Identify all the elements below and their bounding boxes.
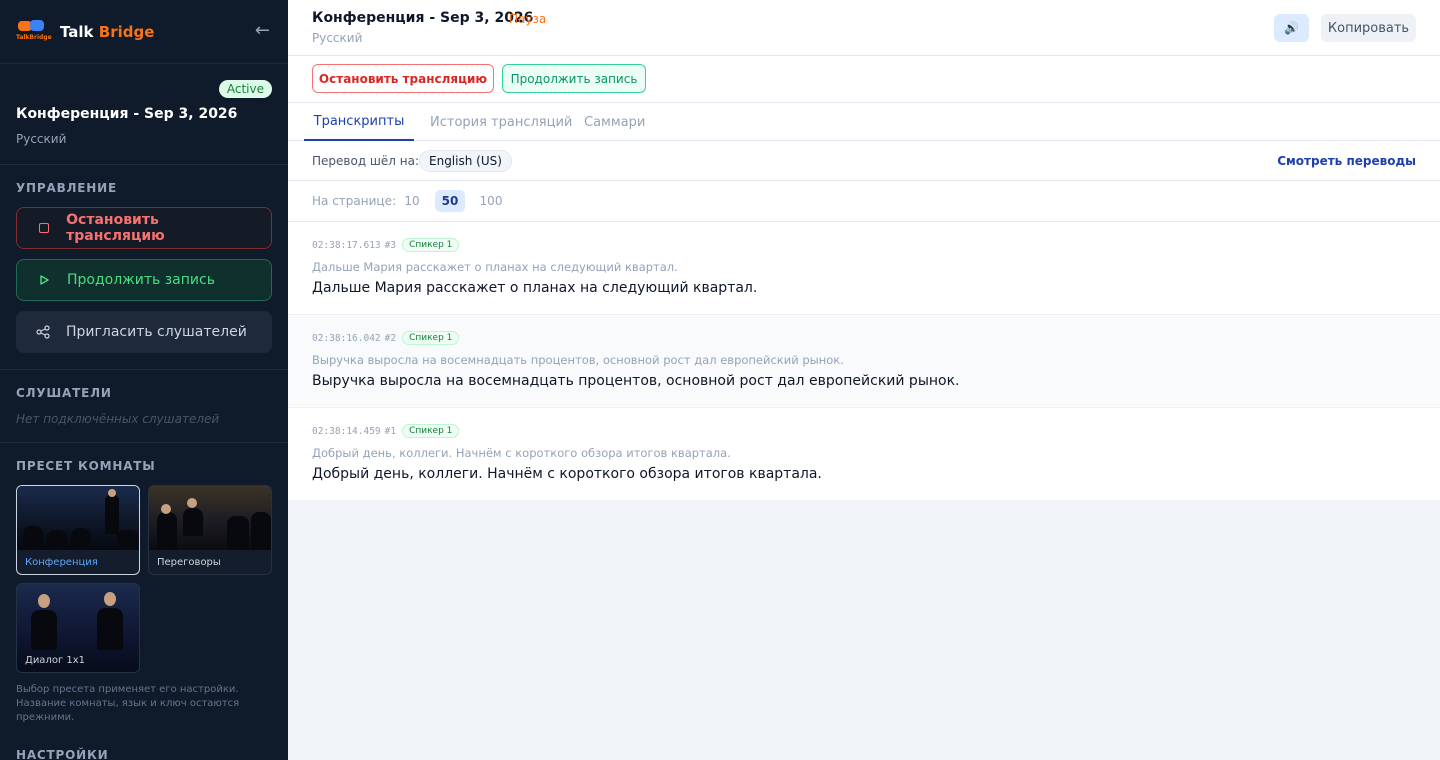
entry-original-text: Дальше Мария расскажет о планах на следу…: [312, 260, 678, 274]
copy-button[interactable]: Копировать: [1321, 14, 1416, 42]
stop-icon: [35, 223, 52, 233]
brand-header: TalkBridge Talk Bridge ←: [0, 0, 288, 64]
brand-name-second: Bridge: [98, 22, 155, 41]
main-panel: Конференция - Sep 3, 2026 Пауза Русский …: [288, 0, 1440, 760]
preset-section-title: ПРЕСЕТ КОМНАТЫ: [16, 459, 156, 473]
preset-label: Конференция: [25, 557, 98, 568]
play-icon: [35, 274, 53, 286]
per-page-option-100[interactable]: 100: [477, 190, 505, 212]
settings-section-title: НАСТРОЙКИ: [16, 748, 109, 760]
page-language: Русский: [312, 31, 363, 45]
speaker-button[interactable]: 🔊: [1274, 14, 1309, 42]
action-bar: Остановить трансляцию Продолжить запись: [288, 56, 1440, 103]
collapse-sidebar-icon[interactable]: ←: [255, 20, 270, 41]
listeners-section: СЛУШАТЕЛИ Нет подключённых слушателей: [0, 370, 288, 443]
talkbridge-logo: TalkBridge: [16, 18, 52, 46]
entry-text: Дальше Мария расскажет о планах на следу…: [312, 280, 758, 296]
entry-text: Добрый день, коллеги. Начнём с короткого…: [312, 466, 822, 482]
preset-section: ПРЕСЕТ КОМНАТЫ Конференция Переговоры Ди…: [0, 443, 288, 741]
sidebar: TalkBridge Talk Bridge ← Active Конферен…: [0, 0, 288, 760]
entry-text: Выручка выросла на восемнадцать проценто…: [312, 373, 960, 389]
entry-meta: 02:38:16.042 #2 Спикер 1: [312, 329, 460, 347]
room-language: Русский: [16, 132, 67, 146]
preset-grid: Конференция Переговоры Диалог 1x1: [16, 485, 272, 673]
resume-recording-label: Продолжить запись: [67, 272, 215, 288]
per-page-option-50[interactable]: 50: [435, 190, 465, 212]
preset-dialog[interactable]: Диалог 1x1: [16, 583, 140, 673]
transcript-entry: 02:38:17.613 #3 Спикер 1 Дальше Мария ра…: [288, 222, 1440, 315]
tab-bar: Транскрипты История трансляций Саммари: [288, 103, 1440, 141]
stop-broadcast-label: Остановить трансляцию: [66, 212, 165, 244]
no-listeners-text: Нет подключённых слушателей: [16, 412, 220, 426]
entry-meta: 02:38:14.459 #1 Спикер 1: [312, 422, 460, 440]
entry-number: #2: [384, 332, 397, 344]
tab-transcripts[interactable]: Транскрипты: [304, 103, 414, 141]
listeners-section-title: СЛУШАТЕЛИ: [16, 386, 112, 400]
control-section-title: УПРАВЛЕНИЕ: [16, 181, 117, 195]
preset-label: Диалог 1x1: [25, 655, 86, 666]
room-title: Конференция - Sep 3, 2026: [16, 106, 238, 122]
brand-name-first: Talk: [60, 22, 94, 41]
top-bar: Конференция - Sep 3, 2026 Пауза Русский …: [288, 0, 1440, 56]
per-page-option-10[interactable]: 10: [402, 190, 422, 212]
room-info: Active Конференция - Sep 3, 2026 Русский: [0, 64, 288, 165]
control-section: УПРАВЛЕНИЕ Остановить трансляцию Продолж…: [0, 165, 288, 370]
stop-broadcast-top-button[interactable]: Остановить трансляцию: [312, 64, 494, 93]
brand-name: Talk Bridge: [60, 23, 154, 41]
resume-recording-top-button[interactable]: Продолжить запись: [502, 64, 646, 93]
page-title: Конференция - Sep 3, 2026: [312, 10, 534, 26]
per-page-label: На странице:: [312, 194, 396, 208]
preset-note: Выбор пресета применяет его настройки. Н…: [16, 684, 240, 723]
speaker-badge: Спикер 1: [402, 238, 460, 252]
tab-summary[interactable]: Саммари: [584, 103, 645, 141]
view-translations-link[interactable]: Смотреть переводы: [1277, 154, 1416, 168]
pause-status: Пауза: [509, 12, 547, 26]
entry-meta: 02:38:17.613 #3 Спикер 1: [312, 236, 460, 254]
entry-number: #1: [384, 425, 397, 437]
pagination-bar: На странице: 10 50 100: [288, 181, 1440, 222]
translation-language-chip[interactable]: English (US): [419, 150, 512, 172]
speaker-badge: Спикер 1: [402, 331, 460, 345]
entry-number: #3: [384, 239, 397, 251]
resume-recording-button[interactable]: Продолжить запись: [16, 259, 272, 301]
speaker-badge: Спикер 1: [402, 424, 460, 438]
preset-negotiations[interactable]: Переговоры: [148, 485, 272, 575]
preset-label: Переговоры: [157, 557, 221, 568]
entry-original-text: Добрый день, коллеги. Начнём с короткого…: [312, 446, 731, 460]
speaker-icon: 🔊: [1284, 21, 1299, 35]
conference-preset-image: [17, 486, 139, 550]
translation-label: Перевод шёл на:: [312, 154, 420, 168]
stop-broadcast-button[interactable]: Остановить трансляцию: [16, 207, 272, 249]
invite-listeners-label: Пригласить слушателей: [66, 324, 247, 340]
entry-timestamp: 02:38:14.459: [312, 425, 381, 437]
preset-conference[interactable]: Конференция: [16, 485, 140, 575]
share-icon: [34, 325, 52, 339]
invite-listeners-button[interactable]: Пригласить слушателей: [16, 311, 272, 353]
entry-timestamp: 02:38:17.613: [312, 239, 381, 251]
entry-original-text: Выручка выросла на восемнадцать проценто…: [312, 353, 844, 367]
translation-bar: Перевод шёл на: English (US) Смотреть пе…: [288, 141, 1440, 181]
entry-timestamp: 02:38:16.042: [312, 332, 381, 344]
status-badge: Active: [218, 80, 272, 98]
negotiations-preset-image: [149, 486, 271, 550]
tab-broadcast-history[interactable]: История трансляций: [430, 103, 572, 141]
transcript-entry: 02:38:16.042 #2 Спикер 1 Выручка выросла…: [288, 315, 1440, 408]
transcript-entry: 02:38:14.459 #1 Спикер 1 Добрый день, ко…: [288, 408, 1440, 501]
